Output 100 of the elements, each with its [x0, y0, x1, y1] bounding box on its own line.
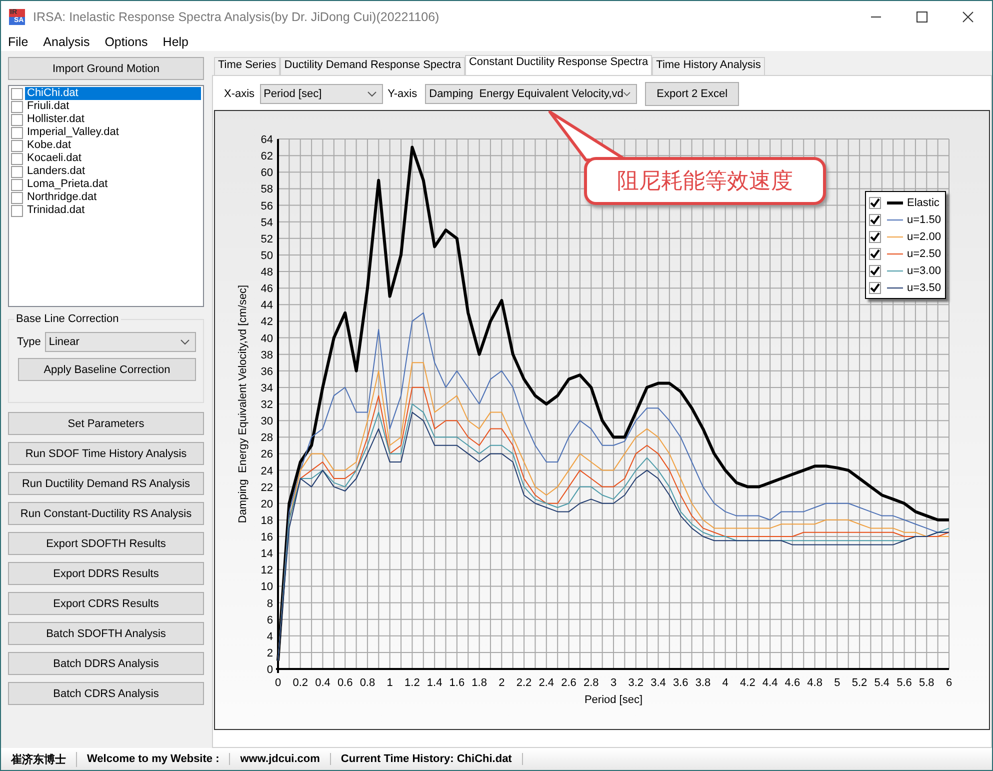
legend-checkbox[interactable] [869, 196, 881, 208]
x-tick-label: 3 [610, 677, 617, 689]
legend-checkbox[interactable] [869, 230, 881, 242]
checkbox[interactable] [11, 126, 23, 138]
action-button[interactable]: Export DDRS Results [8, 562, 204, 585]
action-button[interactable]: Run Ductility Demand RS Analysis [8, 472, 204, 495]
x-tick-label: 4 [722, 677, 728, 689]
file-name[interactable]: Friuli.dat [25, 100, 201, 113]
y-tick-label: 46 [260, 283, 273, 296]
status-text: www.jdcui.com [230, 753, 331, 765]
y-tick-label: 16 [260, 532, 273, 544]
x-tick-label: 3.2 [628, 677, 644, 689]
y-tick-label: 40 [260, 332, 273, 345]
action-button[interactable]: Set Parameters [8, 412, 204, 435]
action-button[interactable]: Batch SDOFTH Analysis [8, 622, 204, 645]
file-name[interactable]: Landers.dat [25, 165, 201, 178]
x-tick-label: 2.2 [516, 677, 532, 689]
file-name[interactable]: Imperial_Valley.dat [25, 126, 201, 139]
legend-label: u=1.50 [907, 214, 941, 226]
y-axis-title: Damping Energy Equivalent Velocity,vd [cm/sec] [237, 284, 249, 524]
y-tick-label: 34 [260, 382, 273, 394]
checkbox[interactable] [11, 192, 23, 204]
x-tick-label: 1.4 [426, 677, 442, 689]
y-tick-label: 50 [260, 250, 273, 262]
legend-checkbox[interactable] [869, 282, 881, 294]
type-label: Type [17, 336, 41, 348]
x-tick-label: 3.4 [650, 677, 666, 689]
legend-swatch-icon [886, 284, 904, 290]
action-button[interactable]: Run Constant-Ductility RS Analysis [8, 502, 204, 525]
y-tick-label: 32 [260, 399, 273, 411]
menu-item[interactable]: File [8, 34, 28, 48]
checkbox[interactable] [11, 88, 23, 100]
menu-item[interactable]: Help [162, 34, 189, 48]
file-name[interactable]: Kocaeli.dat [25, 152, 201, 165]
x-axis-label: X-axis [224, 88, 255, 100]
y-tick-label: 6 [266, 614, 273, 626]
checkbox[interactable] [11, 204, 23, 216]
legend-swatch-icon [886, 250, 904, 256]
y-tick-label: 60 [260, 167, 273, 180]
action-button[interactable]: Batch DDRS Analysis [8, 652, 204, 675]
action-button[interactable]: Run SDOF Time History Analysis [8, 442, 204, 465]
menu-item[interactable]: Analysis [43, 34, 90, 48]
legend-checkbox[interactable] [869, 214, 881, 226]
y-tick-label: 20 [260, 498, 273, 510]
x-axis-dropdown[interactable]: Period [sec] [260, 84, 383, 104]
legend-swatch-icon [886, 234, 904, 240]
checkbox[interactable] [11, 166, 23, 178]
export-excel-button[interactable]: Export 2 Excel [645, 82, 740, 106]
y-tick-label: 28 [260, 432, 273, 444]
x-tick-label: 2 [498, 677, 505, 689]
checkbox[interactable] [11, 140, 23, 152]
checkbox[interactable] [11, 100, 23, 112]
y-tick-label: 24 [260, 465, 273, 478]
file-name[interactable]: Loma_Prieta.dat [25, 178, 201, 191]
x-tick-label: 3.6 [672, 677, 688, 689]
x-tick-label: 4.8 [807, 677, 822, 689]
tab[interactable]: Ductility Demand Response Spectra [280, 57, 465, 75]
group-title: Base Line Correction [14, 313, 121, 325]
x-tick-label: 4.4 [762, 677, 778, 689]
status-text: 崔济东博士 [1, 752, 77, 766]
apply-baseline-button[interactable]: Apply Baseline Correction [18, 358, 196, 381]
legend-checkbox[interactable] [869, 264, 881, 276]
x-tick-label: 1.6 [449, 677, 465, 689]
legend-label: u=2.50 [907, 248, 941, 260]
x-tick-label: 0.4 [315, 677, 330, 689]
action-button[interactable]: Export CDRS Results [8, 592, 204, 615]
menu-item[interactable]: Options [104, 34, 148, 48]
tab[interactable]: Time Series [214, 57, 280, 75]
checkbox[interactable] [11, 114, 23, 126]
x-tick-label: 5.8 [918, 677, 934, 689]
tab[interactable]: Time History Analysis [652, 57, 765, 75]
legend-checkbox[interactable] [869, 248, 881, 260]
import-button[interactable]: Import Ground Motion [8, 57, 204, 80]
y-tick-label: 30 [260, 416, 273, 428]
y-tick-label: 22 [260, 482, 273, 494]
file-name[interactable]: Hollister.dat [25, 113, 201, 126]
tab[interactable]: Constant Ductility Response Spectra [464, 55, 652, 75]
type-dropdown[interactable]: Linear [44, 332, 196, 352]
x-tick-label: 5 [834, 677, 840, 689]
maximize-icon[interactable] [916, 10, 928, 22]
y-tick-label: 62 [260, 150, 273, 163]
legend-swatch-icon [886, 268, 904, 274]
close-icon[interactable] [962, 10, 974, 22]
y-axis-dropdown[interactable]: Damping Energy Equivalent Velocity,vd [425, 84, 638, 104]
y-tick-label: 2 [266, 647, 273, 660]
legend-label: Elastic [907, 196, 940, 208]
x-tick-label: 5.2 [852, 677, 868, 689]
status-text: Welcome to my Website : [77, 753, 230, 765]
x-tick-label: 0.2 [292, 677, 308, 689]
file-name[interactable]: Northridge.dat [25, 191, 201, 204]
action-button[interactable]: Export SDOFTH Results [8, 532, 204, 555]
action-button[interactable]: Batch CDRS Analysis [8, 682, 204, 705]
file-name[interactable]: Trinidad.dat [25, 204, 201, 217]
y-tick-label: 18 [260, 514, 273, 527]
checkbox[interactable] [11, 178, 23, 190]
x-tick-label: 0 [274, 677, 282, 689]
checkbox[interactable] [11, 152, 23, 164]
file-name[interactable]: Kobe.dat [25, 139, 201, 152]
x-tick-label: 5.4 [874, 677, 890, 689]
file-name[interactable]: ChiChi.dat [25, 87, 201, 100]
